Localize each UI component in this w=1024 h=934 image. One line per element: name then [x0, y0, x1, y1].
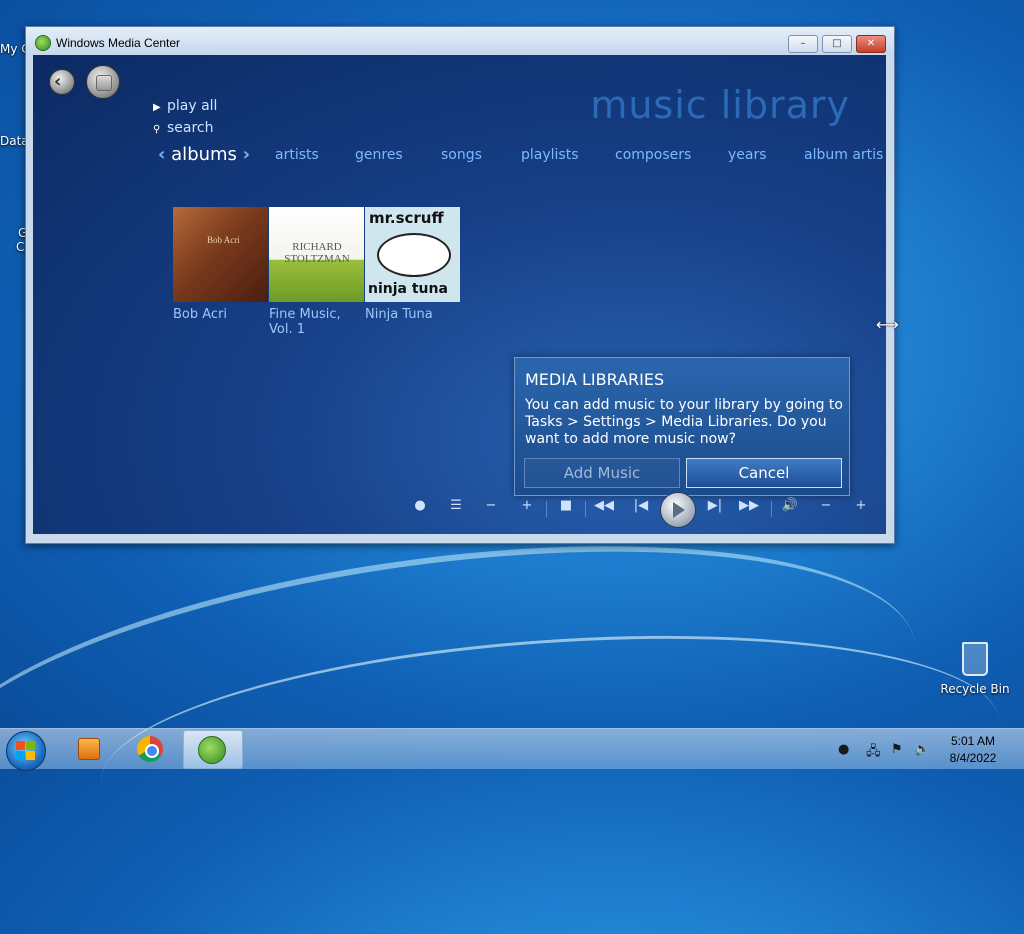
taskbar-media-center[interactable]: [183, 730, 243, 769]
minimize-button[interactable]: –: [788, 35, 818, 53]
album-name: Bob Acri: [173, 307, 228, 322]
tab-label: albums: [171, 144, 237, 165]
album-name: Fine Music, Vol. 1: [269, 307, 341, 337]
recycle-bin-icon: [962, 642, 988, 676]
dialog-title: MEDIA LIBRARIES: [525, 370, 665, 389]
title-bar[interactable]: Windows Media Center – □ ✕: [26, 27, 894, 55]
album-cover: mr.scruff ninja tuna: [365, 207, 460, 302]
network-icon[interactable]: 🖧: [866, 742, 881, 764]
record-icon[interactable]: ●: [410, 498, 430, 513]
play-icon: ▶: [153, 102, 161, 113]
dialog-message: You can add music to your library by goi…: [525, 397, 843, 447]
tab-songs[interactable]: songs: [441, 147, 482, 163]
start-orb-button[interactable]: [86, 65, 120, 99]
tab-album-artists[interactable]: album artis: [804, 147, 883, 163]
media-libraries-dialog: MEDIA LIBRARIES You can add music to you…: [514, 357, 850, 496]
separator: [585, 501, 586, 517]
taskbar-media-player[interactable]: [60, 730, 118, 767]
play-icon: [673, 502, 685, 518]
media-center-icon: [35, 35, 51, 51]
previous-icon[interactable]: |◀: [629, 498, 653, 513]
tab-artists[interactable]: artists: [275, 147, 319, 163]
album-cover: RICHARD STOLTZMAN: [269, 207, 364, 302]
next-icon[interactable]: ▶|: [703, 498, 727, 513]
chevron-left-icon: ‹: [158, 144, 166, 165]
channel-down-icon[interactable]: −: [481, 498, 501, 513]
taskbar-clock[interactable]: 5:01 AM 8/4/2022: [935, 733, 1011, 767]
media-center-content: ‹ ▶ play all ⚲ search music library ‹ albu…: [33, 55, 886, 534]
media-player-icon: [78, 738, 100, 760]
media-center-icon: [198, 736, 226, 764]
list-icon[interactable]: ☰: [446, 498, 466, 513]
separator: [546, 501, 547, 517]
tab-playlists[interactable]: playlists: [521, 147, 579, 163]
play-all-label: play all: [167, 98, 218, 114]
tab-years[interactable]: years: [728, 147, 767, 163]
clock-date: 8/4/2022: [949, 751, 997, 765]
action-center-flag-icon[interactable]: ⚑: [891, 742, 903, 757]
search-icon: ⚲: [153, 124, 161, 135]
channel-up-icon[interactable]: +: [517, 498, 537, 513]
chevron-right-icon: ›: [242, 144, 251, 165]
chrome-icon: [137, 736, 163, 762]
cover-text: ninja tuna: [368, 281, 448, 297]
taskbar-chrome[interactable]: [122, 730, 180, 767]
stop-icon[interactable]: ■: [556, 498, 576, 513]
cover-text: mr.scruff: [369, 209, 444, 227]
search-item[interactable]: ⚲ search: [153, 120, 214, 136]
media-center-window: Windows Media Center – □ ✕ ‹ ▶ play all ⚲…: [25, 26, 895, 544]
volume-up-icon[interactable]: +: [851, 498, 871, 513]
resize-cursor-icon: ⟷: [876, 315, 899, 334]
window-title: Windows Media Center: [56, 36, 181, 50]
close-button[interactable]: ✕: [856, 35, 886, 53]
search-label: search: [167, 120, 214, 136]
tab-composers[interactable]: composers: [615, 147, 691, 163]
cover-text: RICHARD STOLTZMAN: [284, 241, 350, 265]
cover-whale: [377, 233, 451, 277]
recycle-bin[interactable]: Recycle Bin: [940, 642, 1010, 696]
album-tile[interactable]: Bob Acri Bob Acri: [173, 207, 268, 322]
album-tile[interactable]: mr.scruff ninja tuna Ninja Tuna: [365, 207, 460, 322]
clock-time: 5:01 AM: [950, 734, 996, 748]
tab-genres[interactable]: genres: [355, 147, 403, 163]
play-button[interactable]: [660, 492, 696, 528]
cancel-button[interactable]: Cancel: [686, 458, 842, 488]
cover-text: Bob Acri: [207, 235, 240, 245]
speaker-icon[interactable]: 🔈: [914, 742, 930, 757]
album-cover: Bob Acri: [173, 207, 268, 302]
tray-network-green-icon[interactable]: ●: [838, 742, 849, 757]
desktop-icon-label[interactable]: C: [16, 240, 24, 254]
recycle-bin-label: Recycle Bin: [940, 682, 1010, 696]
maximize-button[interactable]: □: [822, 35, 852, 53]
play-all-item[interactable]: ▶ play all: [153, 98, 217, 114]
album-name: Ninja Tuna: [365, 307, 433, 322]
windows-logo-icon: [16, 741, 36, 761]
fast-forward-icon[interactable]: ▶▶: [736, 498, 762, 513]
volume-down-icon[interactable]: −: [816, 498, 836, 513]
album-tile[interactable]: RICHARD STOLTZMAN Fine Music, Vol. 1: [269, 207, 364, 337]
windows-logo-icon: [96, 75, 112, 91]
back-button[interactable]: ‹: [49, 69, 75, 95]
separator: [771, 501, 772, 517]
rewind-icon[interactable]: ◀◀: [591, 498, 617, 513]
back-arrow-icon: ‹: [54, 71, 62, 92]
library-title: music library: [590, 83, 850, 127]
start-button[interactable]: [6, 731, 46, 771]
add-music-button[interactable]: Add Music: [524, 458, 680, 488]
tab-albums[interactable]: ‹ albums ›: [158, 144, 250, 165]
volume-icon[interactable]: 🔊: [780, 498, 800, 513]
